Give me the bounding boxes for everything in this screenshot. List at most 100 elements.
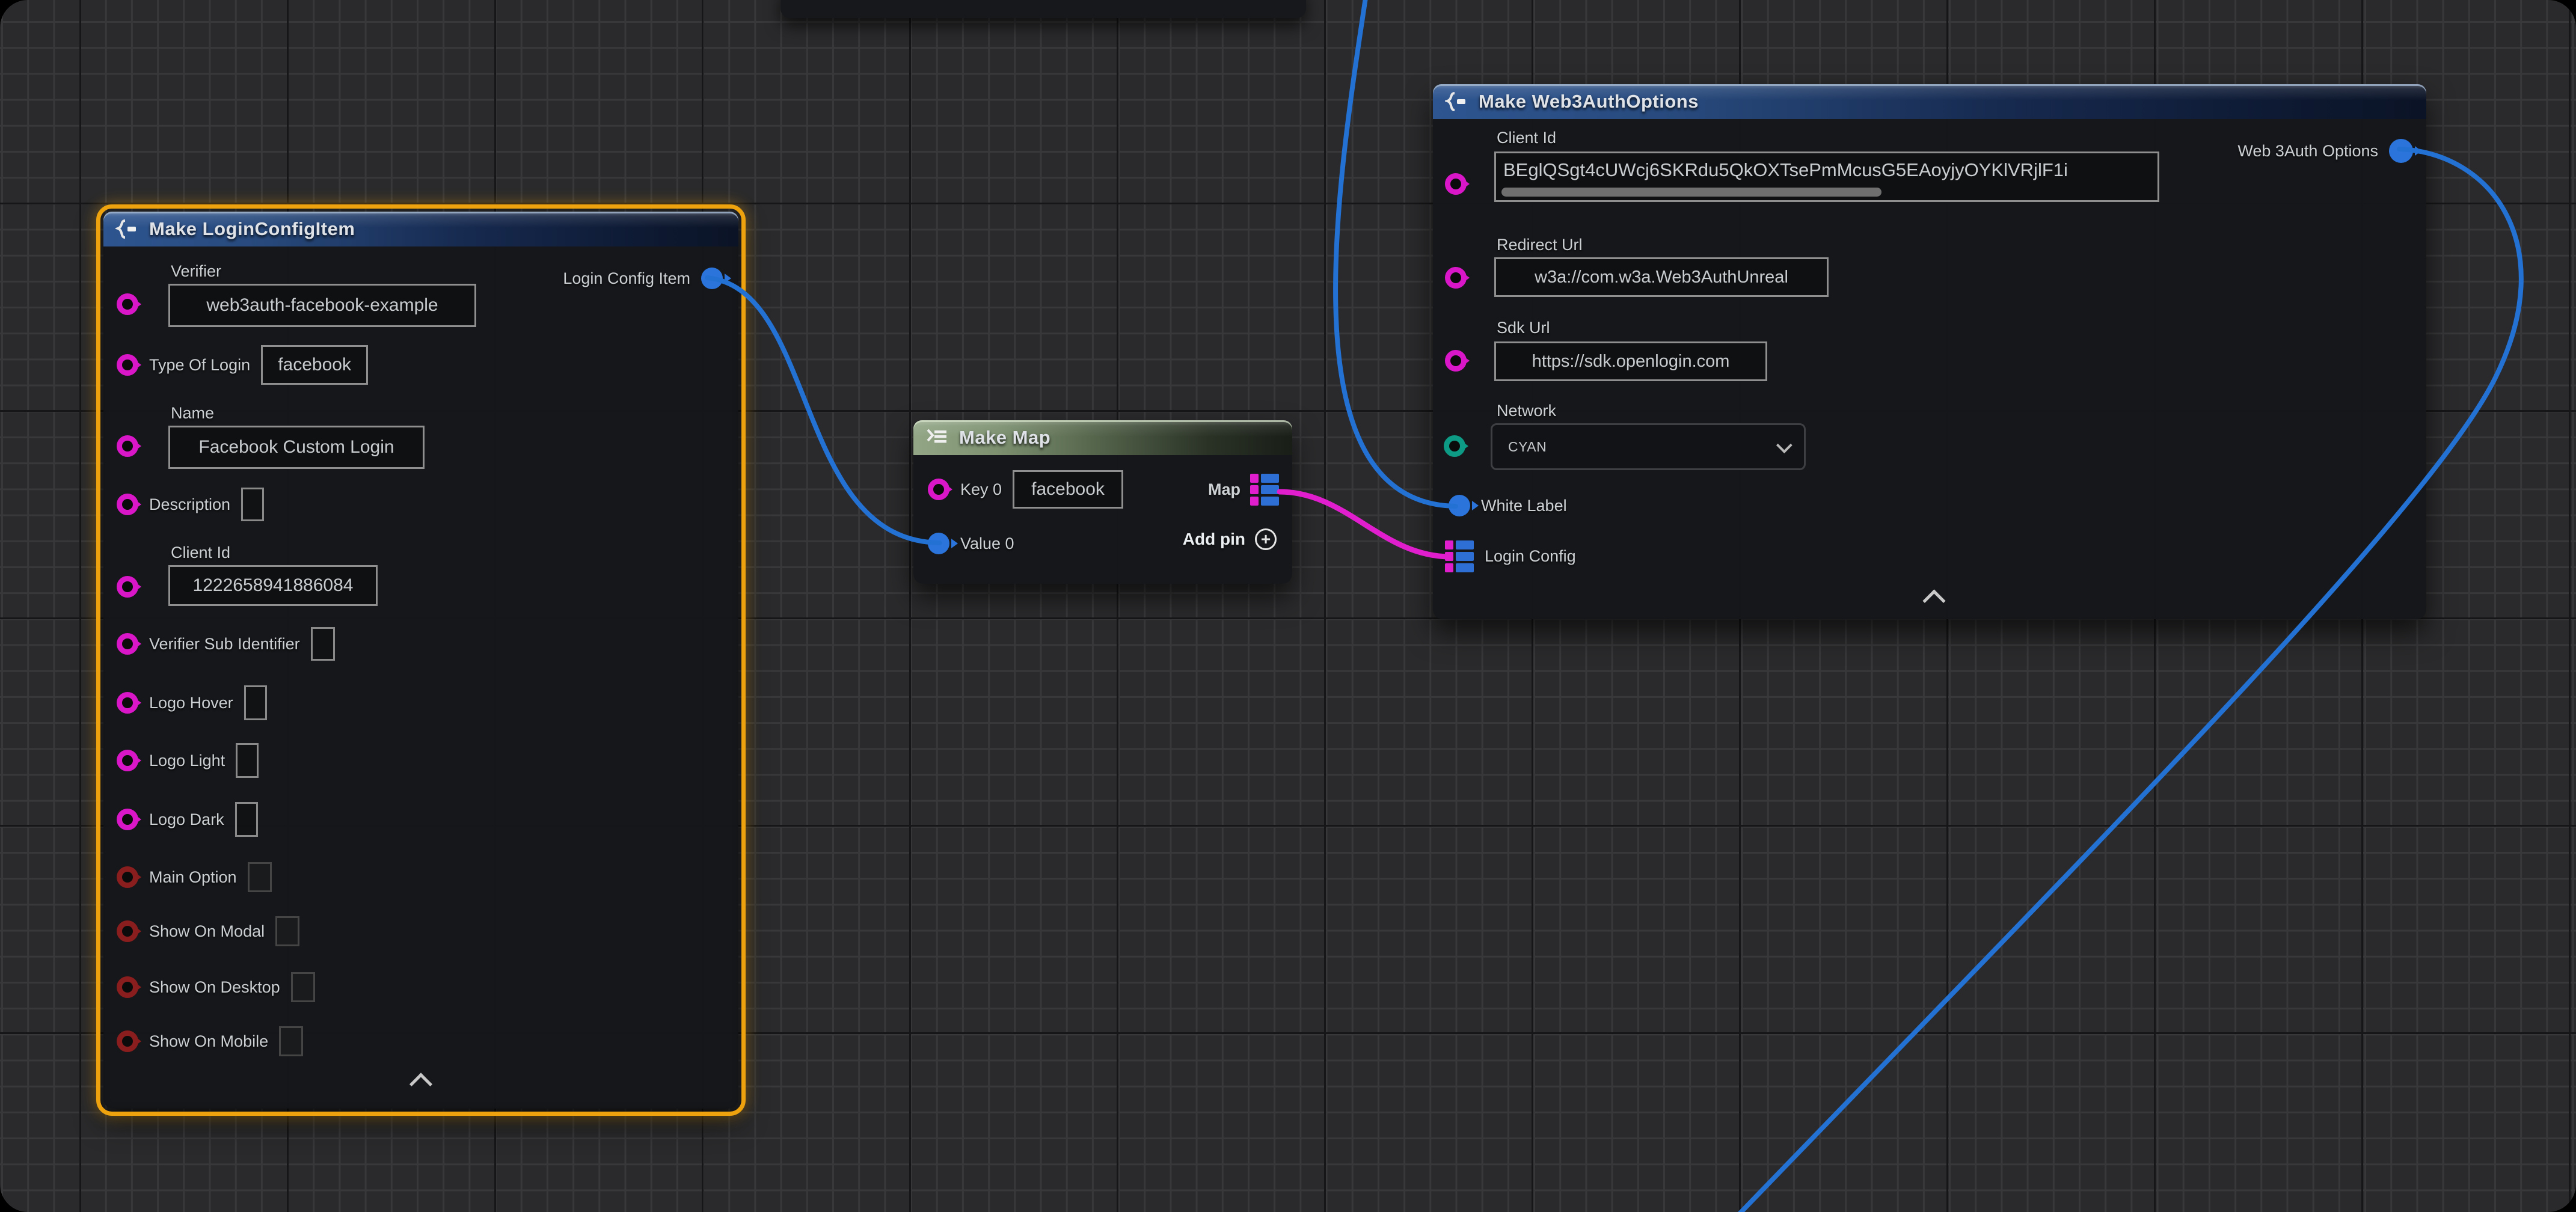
verifier-input[interactable]: web3auth-facebook-example xyxy=(168,284,476,327)
main-option-pin[interactable] xyxy=(117,866,138,888)
white-label-pin[interactable] xyxy=(1449,495,1470,516)
redirect-url-pin[interactable] xyxy=(1445,267,1467,289)
client-id-pin[interactable] xyxy=(1445,173,1467,195)
show-on-mobile-row: Show On Mobile xyxy=(117,1021,303,1061)
name-pin[interactable] xyxy=(117,435,138,457)
partial-node-top[interactable] xyxy=(780,0,1306,18)
chevron-up-icon xyxy=(1922,589,1945,612)
chevron-up-icon xyxy=(409,1073,432,1095)
white-label-row: White Label xyxy=(1449,486,1567,525)
login-config-label: Login Config xyxy=(1485,547,1576,566)
network-dropdown-value: CYAN xyxy=(1508,439,1547,455)
logo-hover-row: Logo Hover xyxy=(117,683,267,723)
node-header-make-web3authoptions[interactable]: Make Web3AuthOptions xyxy=(1433,84,2426,119)
wire-login-config-item-to-value0[interactable] xyxy=(707,278,940,543)
value0-label: Value 0 xyxy=(960,534,1014,553)
node-make-web3authoptions[interactable]: Make Web3AuthOptions Web 3Auth Options C… xyxy=(1433,84,2426,619)
make-struct-icon xyxy=(1445,91,1469,112)
type-of-login-input[interactable]: facebook xyxy=(261,345,368,385)
description-label: Description xyxy=(149,495,230,514)
node-header-make-loginconfigitem[interactable]: Make LoginConfigItem xyxy=(103,212,738,246)
network-dropdown[interactable]: CYAN xyxy=(1491,423,1806,470)
web3auth-options-output-row: Web 3Auth Options xyxy=(2237,131,2413,171)
plus-circle-icon: + xyxy=(1255,528,1277,550)
node-make-loginconfigitem[interactable]: Make LoginConfigItem Login Config Item V… xyxy=(103,212,738,1109)
web3auth-options-output-label: Web 3Auth Options xyxy=(2237,142,2378,161)
logo-dark-input[interactable] xyxy=(235,802,258,837)
key0-input[interactable]: facebook xyxy=(1013,470,1123,509)
login-config-row: Login Config xyxy=(1445,536,1576,576)
logo-dark-row: Logo Dark xyxy=(117,800,258,839)
redirect-url-field: Redirect Url xyxy=(1497,236,1583,254)
description-row: Description xyxy=(117,485,264,524)
logo-light-input[interactable] xyxy=(236,743,259,778)
verifier-sub-identifier-pin[interactable] xyxy=(117,633,138,655)
collapse-node-button[interactable] xyxy=(413,1076,429,1092)
verifier-pin[interactable] xyxy=(117,293,138,315)
logo-dark-label: Logo Dark xyxy=(149,810,224,829)
collapse-node-button[interactable] xyxy=(1926,593,1942,609)
main-option-row: Main Option xyxy=(117,857,272,897)
verifier-sub-identifier-input[interactable] xyxy=(311,627,335,661)
name-input[interactable]: Facebook Custom Login xyxy=(168,426,425,469)
description-pin[interactable] xyxy=(117,494,138,515)
show-on-modal-row: Show On Modal xyxy=(117,911,299,951)
redirect-url-input[interactable]: w3a://com.w3a.Web3AuthUnreal xyxy=(1494,257,1829,297)
node-make-map[interactable]: Make Map Key 0 facebook Map Value 0 xyxy=(913,420,1292,584)
main-option-checkbox[interactable] xyxy=(248,862,272,892)
add-pin-button[interactable]: Add pin + xyxy=(1183,528,1277,550)
show-on-modal-pin[interactable] xyxy=(117,920,138,942)
show-on-mobile-checkbox[interactable] xyxy=(279,1026,303,1056)
pin-row-login-config-item-output: Login Config Item xyxy=(563,259,723,298)
node-title: Make LoginConfigItem xyxy=(149,218,355,240)
wire-map-to-login-config[interactable] xyxy=(1280,492,1450,557)
type-of-login-label: Type Of Login xyxy=(149,356,250,375)
web3auth-options-output-pin[interactable] xyxy=(2389,139,2413,163)
make-map-icon xyxy=(925,428,949,447)
map-output-row: Map xyxy=(1208,470,1279,509)
show-on-desktop-pin[interactable] xyxy=(117,976,138,998)
logo-dark-pin[interactable] xyxy=(117,809,138,830)
make-struct-icon xyxy=(115,218,140,240)
name-field: Name xyxy=(171,404,214,423)
value0-pin[interactable] xyxy=(928,533,949,554)
blueprint-editor: Make LoginConfigItem Login Config Item V… xyxy=(0,0,2576,1212)
logo-light-row: Logo Light xyxy=(117,741,259,780)
map-output-label: Map xyxy=(1208,480,1240,499)
white-label-label: White Label xyxy=(1481,497,1567,515)
verifier-field: Verifier xyxy=(171,262,221,281)
logo-light-pin[interactable] xyxy=(117,750,138,771)
logo-hover-pin[interactable] xyxy=(117,692,138,714)
blueprint-graph-canvas[interactable]: Make LoginConfigItem Login Config Item V… xyxy=(0,0,2576,1212)
show-on-modal-label: Show On Modal xyxy=(149,922,265,941)
chevron-down-icon xyxy=(1776,437,1792,453)
show-on-modal-checkbox[interactable] xyxy=(275,916,299,946)
logo-hover-input[interactable] xyxy=(244,685,267,720)
type-of-login-pin[interactable] xyxy=(117,354,138,376)
node-title: Make Web3AuthOptions xyxy=(1479,91,1699,112)
show-on-mobile-label: Show On Mobile xyxy=(149,1032,268,1051)
value0-row: Value 0 xyxy=(928,524,1014,563)
client-id-scrollbar[interactable] xyxy=(1501,188,1881,197)
show-on-mobile-pin[interactable] xyxy=(117,1030,138,1052)
client-id-label: Client Id xyxy=(171,543,230,562)
show-on-desktop-checkbox[interactable] xyxy=(291,972,315,1002)
map-output-pin[interactable] xyxy=(1250,474,1279,506)
sdk-url-input[interactable]: https://sdk.openlogin.com xyxy=(1494,341,1767,381)
type-of-login-row: Type Of Login facebook xyxy=(117,345,368,385)
network-pin[interactable] xyxy=(1444,435,1465,457)
login-config-item-output-pin[interactable] xyxy=(701,268,723,289)
node-header-make-map[interactable]: Make Map xyxy=(913,420,1292,455)
client-id-pin[interactable] xyxy=(117,576,138,598)
redirect-url-label: Redirect Url xyxy=(1497,236,1583,254)
client-id-field: Client Id xyxy=(1497,129,1556,147)
client-id-input[interactable]: 1222658941886084 xyxy=(168,565,378,606)
verifier-label: Verifier xyxy=(171,262,221,280)
sdk-url-label: Sdk Url xyxy=(1497,319,1550,337)
login-config-pin[interactable] xyxy=(1445,540,1474,572)
sdk-url-field: Sdk Url xyxy=(1497,319,1550,337)
key0-pin[interactable] xyxy=(928,479,949,500)
sdk-url-pin[interactable] xyxy=(1445,350,1467,372)
description-input[interactable] xyxy=(241,488,264,521)
show-on-desktop-row: Show On Desktop xyxy=(117,967,315,1007)
